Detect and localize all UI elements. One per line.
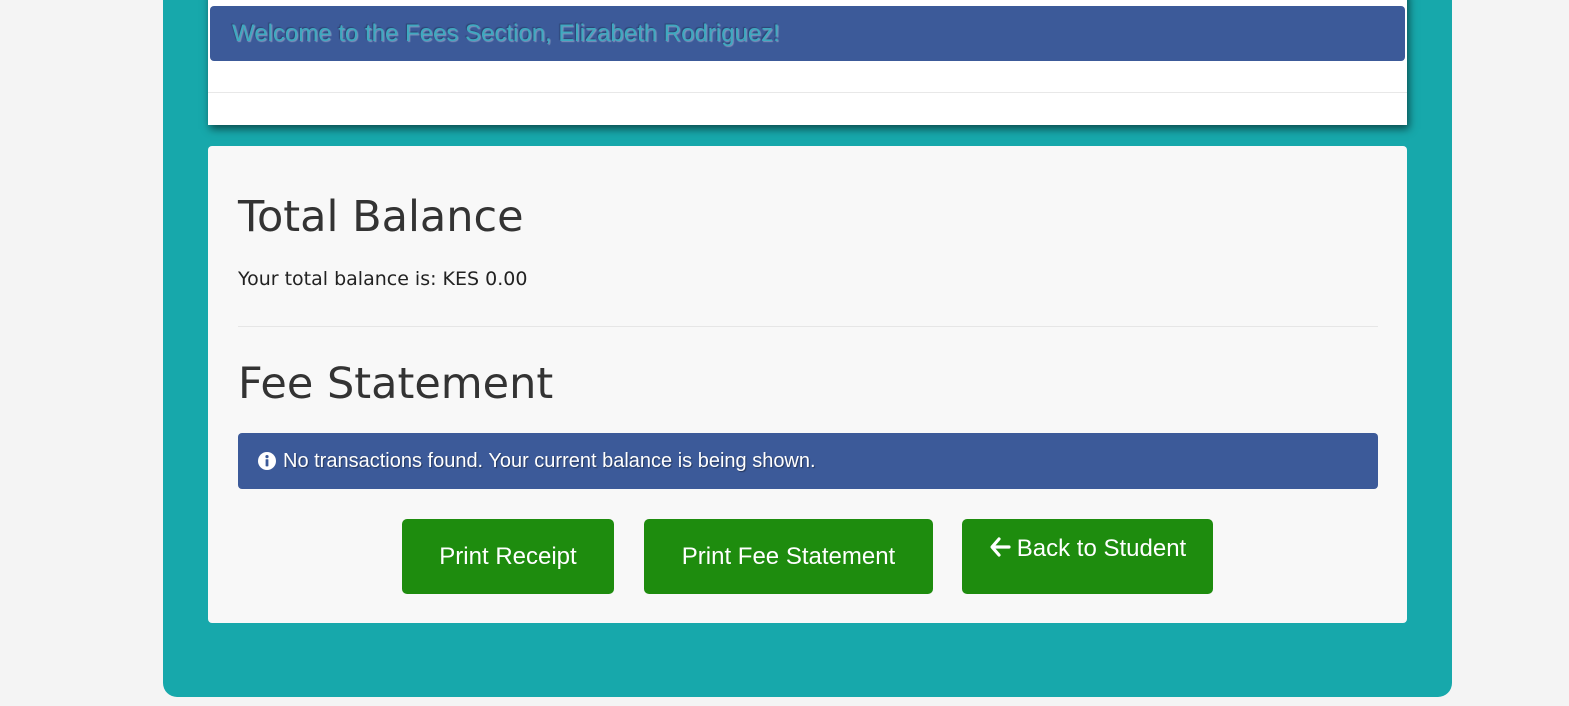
no-transactions-alert: No transactions found. Your current bala… [238,433,1378,489]
section-divider [238,326,1378,327]
back-to-student-button[interactable]: Back to Student [962,519,1213,594]
print-fee-statement-label: Print Fee Statement [681,542,896,570]
welcome-divider [208,92,1407,93]
print-fee-statement-button[interactable]: Print Fee Statement [644,519,933,594]
fees-panel: Total Balance Your total balance is: KES… [208,146,1407,623]
print-receipt-button[interactable]: Print Receipt [402,519,614,594]
no-transactions-text: No transactions found. Your current bala… [283,449,816,472]
fee-statement-heading: Fee Statement [238,359,554,409]
welcome-banner: Welcome to the Fees Section, Elizabeth R… [210,6,1405,61]
welcome-card: Welcome to the Fees Section, Elizabeth R… [208,0,1407,125]
print-receipt-label: Print Receipt [439,542,577,570]
back-to-student-label: Back to Student [1016,535,1187,562]
info-circle-icon [258,452,276,470]
arrow-left-icon [989,536,1011,558]
total-balance-heading: Total Balance [238,192,524,242]
total-balance-text: Your total balance is: KES 0.00 [238,268,528,290]
